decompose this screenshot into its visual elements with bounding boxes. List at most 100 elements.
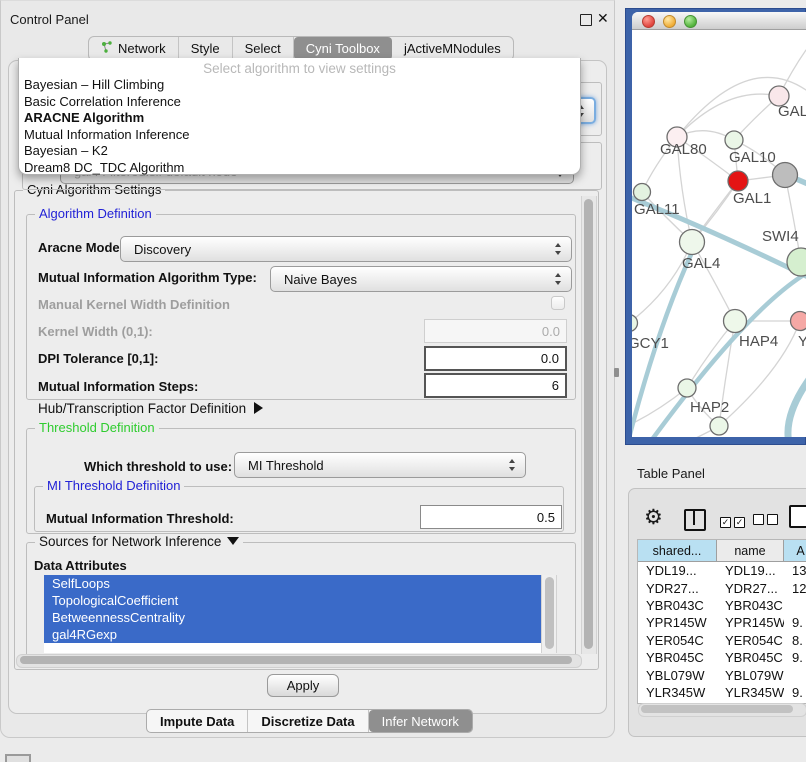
table-row[interactable]: YER054CYER054C8. [638,632,806,649]
which-threshold-value: MI Threshold [248,458,324,473]
network-edge[interactable] [687,321,735,388]
algorithm-option[interactable]: Mutual Information Inference [24,127,585,144]
data-attributes-list: SelfLoopsTopologicalCoefficientBetweenne… [44,575,556,653]
attribute-item[interactable]: gal4RGexp [44,626,556,643]
manual-kernel-label: Manual Kernel Width Definition [38,297,230,312]
table-cell: YDL19... [717,562,784,579]
gear-icon[interactable]: ⚙ [644,505,663,530]
node-table: shared...nameA YDL19...YDL19...13YDR27..… [637,539,806,704]
network-node-label: GAL [778,103,806,120]
bottom-tab-infer-network[interactable]: Infer Network [369,710,472,732]
apply-button[interactable]: Apply [267,674,339,697]
settings-hscrollbar-thumb[interactable] [20,656,572,664]
mi-threshold-group-title: MI Threshold Definition [43,478,184,493]
kernel-width-field[interactable]: 0.0 [424,319,567,343]
mi-threshold-label: Mutual Information Threshold: [46,511,234,526]
network-edge[interactable] [632,426,719,437]
table-row[interactable]: YDL19...YDL19...13 [638,562,806,579]
settings-vscrollbar-thumb[interactable] [584,199,593,649]
network-node[interactable] [680,230,705,255]
network-node[interactable] [634,184,651,201]
close-traffic-light-icon[interactable] [642,15,655,28]
tab-select[interactable]: Select [233,37,294,60]
manual-kernel-checkbox[interactable] [551,296,565,310]
table-cell [784,597,806,614]
attributes-vscrollbar-thumb[interactable] [545,577,554,649]
new-table-icon[interactable] [789,505,806,528]
tab-style[interactable]: Style [179,37,233,60]
attribute-item[interactable]: SelfLoops [44,575,556,592]
aracne-mode-combobox[interactable]: Discovery [120,236,572,262]
table-cell: YLR345W [717,684,784,701]
which-threshold-combobox[interactable]: MI Threshold [234,452,526,478]
tab-label: Network [118,41,166,56]
table-row[interactable]: YPR145WYPR145W9. [638,614,806,631]
sources-title-wrap[interactable]: Sources for Network Inference [35,534,243,549]
settings-vscrollbar[interactable] [581,196,597,654]
zoom-traffic-light-icon[interactable] [684,15,697,28]
table-column-header[interactable]: shared... [638,540,717,561]
mi-steps-field[interactable]: 6 [424,373,567,398]
network-node-label: SWI4 [762,228,799,245]
tab-jactivemnodules[interactable]: jActiveMNodules [392,37,513,60]
mi-type-value: Naive Bayes [284,272,357,287]
table-column-header[interactable]: name [717,540,784,561]
table-hscrollbar-thumb[interactable] [641,705,793,713]
screen: Control Panel ✕ Network StyleSelectCyni T… [0,0,806,762]
network-window-titlebar[interactable] [632,12,806,30]
minimized-panel-icon[interactable] [5,754,31,762]
attribute-item[interactable]: TopologicalCoefficient [44,592,556,609]
settings-hscrollbar[interactable] [16,654,582,668]
table-cell: YDR27... [717,579,784,596]
algorithm-option[interactable]: Basic Correlation Inference [24,94,585,111]
network-edge[interactable] [692,242,735,321]
table-cell: YER054C [638,632,717,649]
control-panel-title: Control Panel [10,12,89,27]
table-row[interactable]: YBR043CYBR043C [638,597,806,614]
table-cell: YBR043C [638,597,717,614]
table-column-header[interactable]: A [784,540,806,561]
combo-stepper-icon [555,273,562,285]
algorithm-option[interactable]: ARACNE Algorithm [24,110,585,127]
close-icon[interactable]: ✕ [597,10,609,27]
network-node[interactable] [773,163,798,188]
show-all-columns-icon[interactable]: ✓✓ [720,512,748,530]
mi-threshold-field[interactable]: 0.5 [420,505,562,529]
minimize-traffic-light-icon[interactable] [663,15,676,28]
panel-splitter-grip[interactable] [614,368,619,377]
network-edge[interactable] [788,378,806,437]
network-node[interactable] [678,379,696,397]
table-row[interactable]: YBR045CYBR045C9. [638,649,806,666]
table-hscrollbar[interactable] [638,703,806,717]
algorithm-option[interactable]: Bayesian – K2 [24,143,585,160]
network-node[interactable] [791,312,806,331]
attributes-vscrollbar[interactable] [541,575,557,653]
table-row[interactable]: YLR345WYLR345W9. [638,684,806,701]
network-node[interactable] [710,417,728,435]
bottom-tab-discretize-data[interactable]: Discretize Data [248,710,368,732]
table-cell: YDR27... [638,579,717,596]
network-canvas[interactable]: GALGAL80GAL10GAL1GAL11GAL4SWI4GCY1HAP4YH… [632,30,806,437]
network-edge[interactable] [677,94,779,137]
tab-network[interactable]: Network [89,37,179,60]
network-node[interactable] [724,310,747,333]
columns-icon[interactable] [684,509,706,531]
tab-cyni-toolbox[interactable]: Cyni Toolbox [294,37,392,60]
network-node[interactable] [728,171,748,191]
mi-type-combobox[interactable]: Naive Bayes [270,266,572,292]
dpi-tolerance-field[interactable]: 0.0 [424,346,567,371]
network-node[interactable] [787,248,806,276]
bottom-tab-impute-data[interactable]: Impute Data [147,710,248,732]
hide-all-columns-icon[interactable] [753,512,781,530]
network-node-label: HAP4 [739,333,778,350]
table-cell [784,666,806,683]
table-row[interactable]: YDR27...YDR27...12 [638,579,806,596]
table-row[interactable]: YBL079WYBL079W [638,666,806,683]
network-node[interactable] [725,131,743,149]
float-window-icon[interactable] [580,14,592,26]
algorithm-option[interactable]: Bayesian – Hill Climbing [24,77,585,94]
algorithm-option[interactable]: Dream8 DC_TDC Algorithm [24,160,585,177]
hub-definition-expander[interactable]: Hub/Transcription Factor Definition [38,401,263,416]
table-body: YDL19...YDL19...13YDR27...YDR27...12YBR0… [638,562,806,704]
attribute-item[interactable]: BetweennessCentrality [44,609,556,626]
